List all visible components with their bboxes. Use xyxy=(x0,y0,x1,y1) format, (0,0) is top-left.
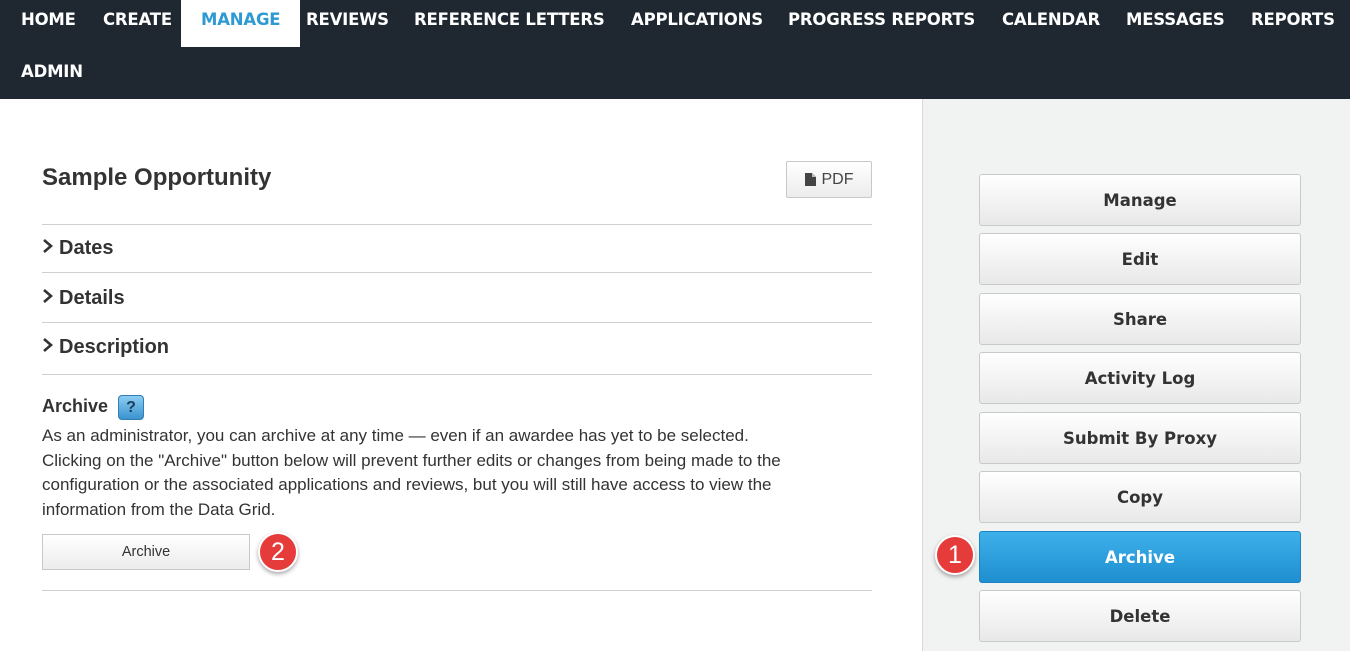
archive-heading: Archive xyxy=(42,396,109,416)
divider xyxy=(42,374,872,375)
nav-reports[interactable]: REPORTS xyxy=(1251,0,1335,47)
document-icon xyxy=(804,173,816,186)
section-dates-label: Dates xyxy=(59,237,114,259)
nav-home[interactable]: HOME xyxy=(21,0,76,47)
nav-calendar[interactable]: CALENDAR xyxy=(1002,0,1100,47)
divider xyxy=(42,272,872,273)
pdf-button-label: PDF xyxy=(821,170,854,188)
edit-button[interactable]: Edit xyxy=(979,233,1301,285)
sidebar-archive-button[interactable]: Archive xyxy=(979,531,1301,583)
top-navigation: HOME CREATE MANAGE REVIEWS REFERENCE LET… xyxy=(0,0,1350,99)
callout-badge-2: 2 xyxy=(258,532,298,572)
pdf-button[interactable]: PDF xyxy=(786,161,872,198)
nav-applications[interactable]: APPLICATIONS xyxy=(631,0,763,47)
submit-by-proxy-button[interactable]: Submit By Proxy xyxy=(979,412,1301,464)
chevron-right-icon xyxy=(42,237,56,260)
nav-create[interactable]: CREATE xyxy=(103,0,172,47)
divider xyxy=(42,322,872,323)
section-description-label: Description xyxy=(59,336,170,358)
activity-log-button[interactable]: Activity Log xyxy=(979,352,1301,404)
section-details[interactable]: Details xyxy=(42,287,125,310)
callout-badge-1: 1 xyxy=(935,535,975,575)
chevron-right-icon xyxy=(42,336,56,359)
nav-reference-letters[interactable]: REFERENCE LETTERS xyxy=(414,0,605,47)
chevron-right-icon xyxy=(42,287,56,310)
nav-messages[interactable]: MESSAGES xyxy=(1126,0,1225,47)
nav-progress-reports[interactable]: PROGRESS REPORTS xyxy=(788,0,975,47)
copy-button[interactable]: Copy xyxy=(979,471,1301,523)
archive-description: As an administrator, you can archive at … xyxy=(42,426,781,519)
section-dates[interactable]: Dates xyxy=(42,237,113,260)
share-button[interactable]: Share xyxy=(979,293,1301,345)
nav-admin[interactable]: ADMIN xyxy=(21,52,83,99)
section-details-label: Details xyxy=(59,287,125,309)
help-icon[interactable]: ? xyxy=(118,395,144,420)
archive-button[interactable]: Archive xyxy=(42,534,250,570)
section-description[interactable]: Description xyxy=(42,336,169,359)
page-title: Sample Opportunity xyxy=(42,164,272,191)
delete-button[interactable]: Delete xyxy=(979,590,1301,642)
divider xyxy=(42,224,872,225)
nav-manage[interactable]: MANAGE xyxy=(181,0,301,47)
manage-button[interactable]: Manage xyxy=(979,174,1301,226)
divider xyxy=(42,590,872,591)
nav-reviews[interactable]: REVIEWS xyxy=(306,0,389,47)
